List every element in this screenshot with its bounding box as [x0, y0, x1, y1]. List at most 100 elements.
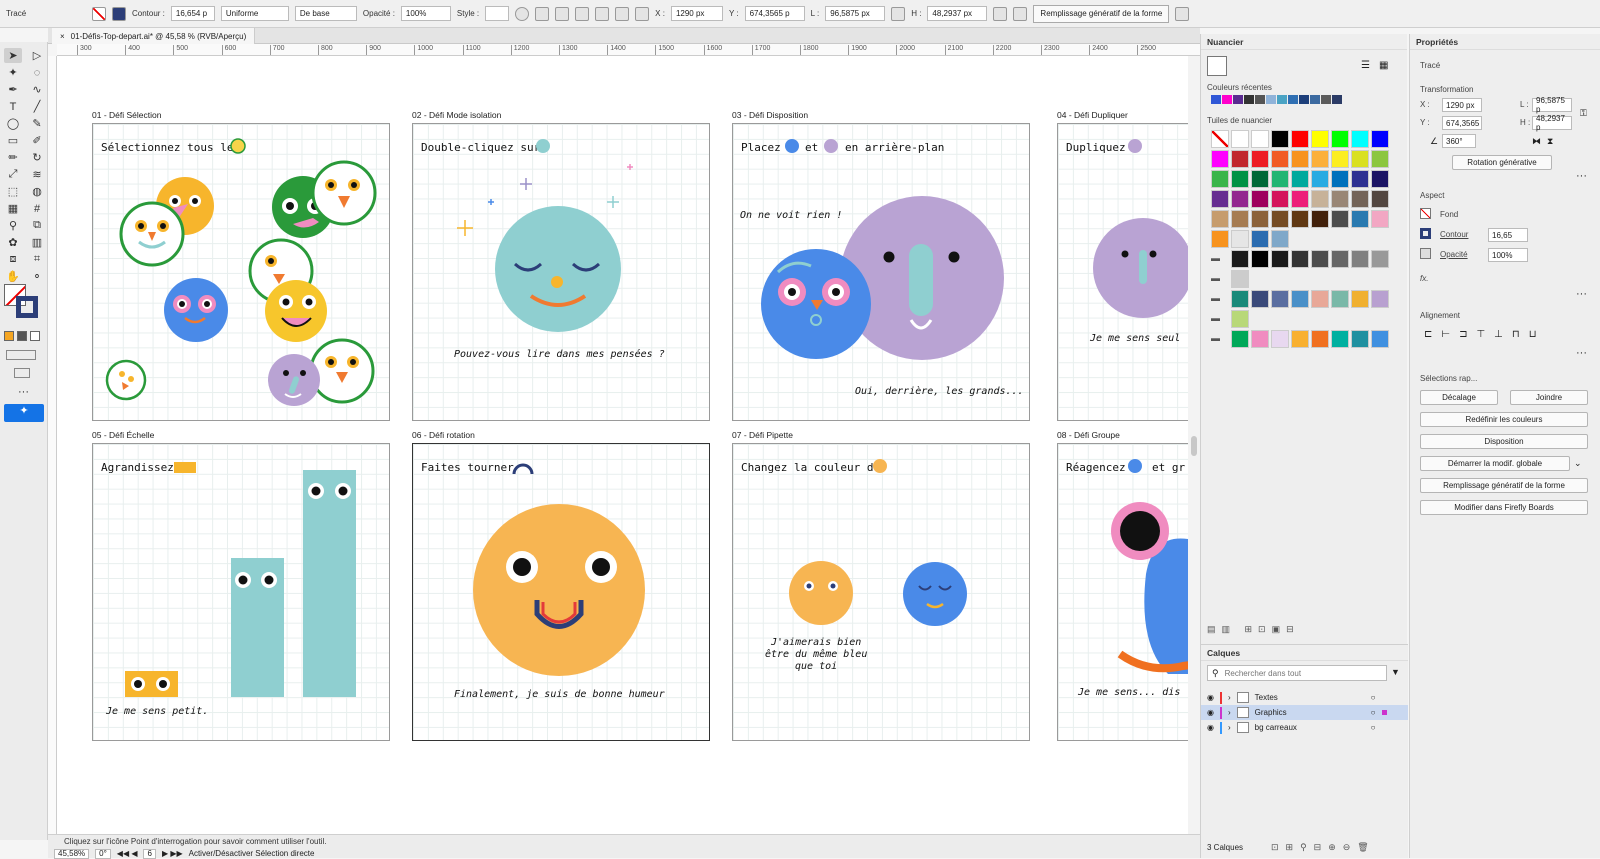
artboard-01[interactable]: Sélectionnez tous les	[92, 123, 390, 421]
swatch[interactable]	[1311, 190, 1329, 208]
mesh-tool-icon[interactable]: #	[28, 201, 46, 216]
screen-mode-icon[interactable]	[14, 368, 30, 378]
more-tools-icon[interactable]: ···	[18, 386, 29, 398]
opacity-label[interactable]: Opacité	[1440, 250, 1468, 259]
swatch[interactable]	[1291, 190, 1309, 208]
global-edit-button[interactable]: Démarrer la modif. globale	[1420, 456, 1570, 471]
stroke-swatch[interactable]	[1420, 228, 1431, 239]
free-transform-icon[interactable]: ⬚	[4, 184, 22, 199]
recolor-button[interactable]: Redéfinir les couleurs	[1420, 412, 1588, 427]
artboard-07[interactable]: Changez la couleur de J'aimerais bien êt…	[732, 443, 1030, 741]
rotation-field[interactable]: 0°	[95, 848, 111, 859]
style-select[interactable]	[485, 6, 510, 21]
eyedropper-icon[interactable]: ⚲	[4, 218, 22, 233]
swatch[interactable]	[1211, 210, 1229, 228]
orange-smiling-face[interactable]	[473, 504, 645, 676]
x-input[interactable]: 1290 px	[670, 6, 723, 21]
eye-icon[interactable]: ◉	[1207, 723, 1214, 732]
align-center-icon[interactable]	[555, 6, 570, 21]
folder-icon[interactable]: ▬	[1211, 273, 1220, 283]
fill-stroke-mini[interactable]	[1207, 56, 1227, 76]
filter-icon[interactable]: ▼	[1391, 667, 1400, 677]
teal-sleeping-face[interactable]	[495, 206, 621, 332]
selection-tool-icon[interactable]: ➤	[4, 48, 22, 63]
arrange-button[interactable]: Disposition	[1420, 434, 1588, 449]
props-x[interactable]: 1290 px	[1442, 98, 1482, 112]
target-icon[interactable]: ○	[1371, 693, 1376, 702]
align-left-icon[interactable]	[535, 6, 550, 21]
swatch[interactable]	[1351, 290, 1369, 308]
document-tab[interactable]: × 01-Défis-Top-depart.ai* @ 45,58 % (RVB…	[52, 28, 256, 44]
white-face[interactable]	[119, 201, 185, 267]
artboard-02[interactable]: Double-cliquez sur Pouvez-vous lire dans…	[412, 123, 710, 421]
artboard-04[interactable]: Dupliquez Je me sens seul	[1057, 123, 1200, 421]
artboard-08[interactable]: Réagencez et gr Je me sens... dis	[1057, 443, 1200, 741]
purple-face[interactable]	[1093, 218, 1193, 318]
eye-icon[interactable]: ◉	[1207, 708, 1214, 717]
blue-bird-shape[interactable]	[1111, 502, 1199, 674]
align-right-icon[interactable]	[575, 6, 590, 21]
align-middle-icon[interactable]	[615, 6, 630, 21]
props-l[interactable]: 96,5875 p	[1532, 96, 1572, 114]
zoom-tool-icon[interactable]: ⚬	[28, 269, 46, 284]
join-button[interactable]: Joindre	[1510, 390, 1588, 405]
gradient-tool-icon[interactable]: ▦	[4, 201, 22, 216]
warp-icon[interactable]	[1013, 6, 1028, 21]
yellow-face[interactable]	[265, 280, 327, 342]
swatch[interactable]	[1331, 190, 1349, 208]
swatch[interactable]	[1291, 150, 1309, 168]
contour-input[interactable]: 16,654 p	[170, 6, 215, 21]
recent-color-swatch[interactable]	[1244, 95, 1254, 104]
layer-name[interactable]: Textes	[1255, 693, 1365, 702]
vertical-scrollbar[interactable]	[1188, 56, 1200, 834]
generative-tool-icon[interactable]: ✦	[4, 404, 44, 422]
recent-color-swatch[interactable]	[1277, 95, 1287, 104]
artboard-nav-prev-icon[interactable]: ◀◀ ◀	[117, 849, 138, 858]
swatch[interactable]	[1351, 150, 1369, 168]
shaper-tool-icon[interactable]: ✐	[28, 133, 46, 148]
small-face[interactable]	[105, 359, 147, 401]
layer-search[interactable]: ⚲	[1207, 665, 1387, 681]
stroke-swatch[interactable]	[112, 6, 126, 21]
swatch[interactable]	[1291, 170, 1309, 188]
swatch[interactable]	[1251, 130, 1269, 148]
swatch[interactable]	[1231, 210, 1249, 228]
firefly-boards-button[interactable]: Modifier dans Firefly Boards	[1420, 500, 1588, 515]
swatch[interactable]	[1351, 130, 1369, 148]
swatch[interactable]	[1231, 130, 1249, 148]
blend-tool-icon[interactable]: ⧉	[28, 218, 46, 233]
swatch[interactable]	[1271, 130, 1289, 148]
stroke-weight-field[interactable]: 16,65	[1488, 228, 1528, 242]
swatch[interactable]	[1291, 250, 1309, 268]
expand-icon[interactable]: ›	[1228, 708, 1231, 717]
generative-fill-button[interactable]: Remplissage génératif de la forme	[1420, 478, 1588, 493]
recent-color-swatch[interactable]	[1222, 95, 1232, 104]
swatch[interactable]	[1231, 270, 1249, 288]
swatch[interactable]	[1211, 130, 1229, 148]
recent-color-swatch[interactable]	[1321, 95, 1331, 104]
artboard-03[interactable]: Placez et en arrière-plan On ne voit rie…	[732, 123, 1030, 421]
chevron-down-icon[interactable]: ⌄	[1574, 458, 1582, 469]
brush-select[interactable]: De base	[294, 6, 357, 21]
recent-color-swatch[interactable]	[1299, 95, 1309, 104]
layer-name[interactable]: bg carreaux	[1255, 723, 1365, 732]
l-input[interactable]: 96,5875 px	[825, 6, 886, 21]
lock-proportions-icon[interactable]: ⚿	[1580, 108, 1587, 119]
opacity-input[interactable]: 100%	[400, 6, 451, 21]
recent-color-swatch[interactable]	[1266, 95, 1276, 104]
swatch[interactable]	[1231, 250, 1249, 268]
swatch[interactable]	[1331, 330, 1349, 348]
target-icon[interactable]: ○	[1371, 708, 1376, 717]
swatch[interactable]	[1291, 130, 1309, 148]
swatch[interactable]	[1251, 210, 1269, 228]
swatch[interactable]	[1371, 290, 1389, 308]
swatch[interactable]	[1251, 290, 1269, 308]
swatch[interactable]	[1251, 190, 1269, 208]
swatch[interactable]	[1231, 290, 1249, 308]
column-graph-icon[interactable]: ▥	[28, 235, 46, 250]
fill-stroke-widget[interactable]	[4, 284, 44, 320]
small-orange-rectangle[interactable]	[125, 671, 178, 697]
opacity-field[interactable]: 100%	[1488, 248, 1528, 262]
swatch[interactable]	[1271, 170, 1289, 188]
direct-selection-tool-icon[interactable]: ▷	[28, 48, 46, 63]
